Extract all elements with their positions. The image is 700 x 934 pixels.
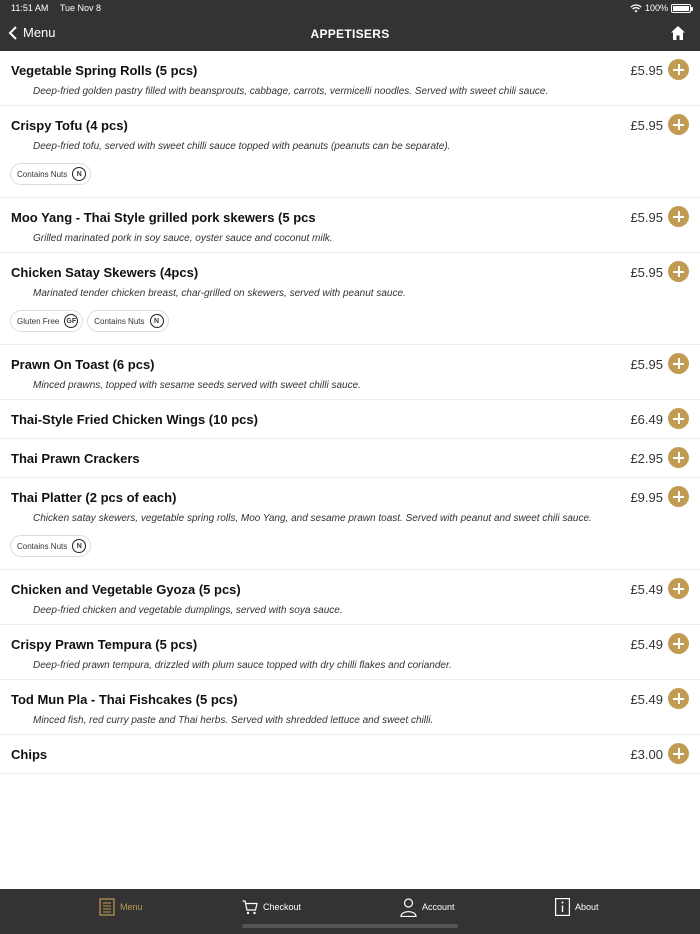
item-description: Marinated tender chicken breast, char-gr…: [33, 288, 406, 299]
tab-label: Menu: [120, 902, 143, 912]
item-name: Crispy Tofu (4 pcs): [11, 118, 128, 133]
menu-item-list: Vegetable Spring Rolls (5 pcs) £5.95 Dee…: [0, 51, 700, 774]
item-description: Deep-fried tofu, served with sweet chill…: [33, 141, 451, 152]
item-description: Minced fish, red curry paste and Thai he…: [33, 715, 434, 726]
add-to-cart-button[interactable]: [668, 688, 689, 709]
menu-item[interactable]: Moo Yang - Thai Style grilled pork skewe…: [0, 198, 700, 253]
dietary-tags: Gluten Free GF Contains Nuts N: [10, 310, 169, 332]
dietary-tags: Contains Nuts N: [10, 163, 92, 185]
tab-checkout[interactable]: Checkout: [242, 889, 301, 925]
add-to-cart-button[interactable]: [668, 59, 689, 80]
info-icon: [555, 898, 570, 916]
nuts-badge-icon: N: [149, 314, 164, 328]
tag-label: Gluten Free: [17, 316, 60, 326]
add-to-cart-button[interactable]: [668, 353, 689, 374]
menu-item[interactable]: Chicken and Vegetable Gyoza (5 pcs) £5.4…: [0, 570, 700, 625]
item-description: Deep-fried prawn tempura, drizzled with …: [33, 660, 452, 671]
item-price: £2.95: [630, 451, 663, 466]
item-name: Thai Platter (2 pcs of each): [11, 490, 177, 505]
tag-contains-nuts: Contains Nuts N: [10, 535, 92, 557]
add-to-cart-button[interactable]: [668, 261, 689, 282]
menu-item[interactable]: Chicken Satay Skewers (4pcs) £5.95 Marin…: [0, 253, 700, 345]
navigation-bar: Menu APPETISERS: [0, 16, 700, 51]
status-bar: 11:51 AM Tue Nov 8 100%: [0, 0, 700, 16]
home-indicator: [242, 924, 458, 928]
menu-item[interactable]: Chips £3.00: [0, 735, 700, 774]
item-price: £5.49: [630, 637, 663, 652]
gluten-free-badge-icon: GF: [64, 314, 79, 328]
item-name: Thai Prawn Crackers: [11, 451, 140, 466]
nuts-badge-icon: N: [72, 539, 87, 553]
menu-item[interactable]: Thai-Style Fried Chicken Wings (10 pcs) …: [0, 400, 700, 439]
tag-label: Contains Nuts: [17, 541, 68, 551]
tab-account[interactable]: Account: [400, 889, 455, 925]
item-price: £5.95: [630, 357, 663, 372]
add-to-cart-button[interactable]: [668, 114, 689, 135]
menu-item[interactable]: Prawn On Toast (6 pcs) £5.95 Minced praw…: [0, 345, 700, 400]
tag-label: Contains Nuts: [17, 169, 68, 179]
add-to-cart-button[interactable]: [668, 633, 689, 654]
item-name: Chicken Satay Skewers (4pcs): [11, 265, 199, 280]
item-description: Deep-fried golden pastry filled with bea…: [33, 86, 549, 97]
item-name: Tod Mun Pla - Thai Fishcakes (5 pcs): [11, 692, 238, 707]
item-price: £5.95: [630, 63, 663, 78]
item-description: Grilled marinated pork in soy sauce, oys…: [33, 233, 333, 244]
item-price: £3.00: [630, 747, 663, 762]
item-price: £6.49: [630, 412, 663, 427]
tag-gluten-free: Gluten Free GF: [10, 310, 84, 332]
battery-percentage: 100%: [644, 3, 668, 13]
item-name: Prawn On Toast (6 pcs): [11, 357, 155, 372]
battery-icon: [671, 3, 693, 13]
status-time: 11:51 AM: [11, 3, 49, 13]
tab-label: Account: [422, 902, 455, 912]
menu-item[interactable]: Crispy Tofu (4 pcs) £5.95 Deep-fried tof…: [0, 106, 700, 198]
menu-item[interactable]: Thai Platter (2 pcs of each) £9.95 Chick…: [0, 478, 700, 570]
item-price: £5.49: [630, 692, 663, 707]
add-to-cart-button[interactable]: [668, 486, 689, 507]
item-price: £5.49: [630, 582, 663, 597]
tag-contains-nuts: Contains Nuts N: [87, 310, 169, 332]
item-name: Vegetable Spring Rolls (5 pcs): [11, 63, 198, 78]
wifi-icon: [630, 3, 642, 12]
item-price: £5.95: [630, 118, 663, 133]
add-to-cart-button[interactable]: [668, 743, 689, 764]
add-to-cart-button[interactable]: [668, 206, 689, 227]
item-price: £5.95: [630, 265, 663, 280]
menu-item[interactable]: Vegetable Spring Rolls (5 pcs) £5.95 Dee…: [0, 51, 700, 106]
item-name: Crispy Prawn Tempura (5 pcs): [11, 637, 198, 652]
item-name: Chicken and Vegetable Gyoza (5 pcs): [11, 582, 241, 597]
item-price: £9.95: [630, 490, 663, 505]
tab-label: Checkout: [263, 902, 302, 912]
item-name: Moo Yang - Thai Style grilled pork skewe…: [11, 210, 316, 225]
item-description: Deep-fried chicken and vegetable dumplin…: [33, 605, 343, 616]
tab-about[interactable]: About: [555, 889, 599, 925]
home-icon[interactable]: [670, 25, 686, 41]
item-description: Minced prawns, topped with sesame seeds …: [33, 380, 361, 391]
dietary-tags: Contains Nuts N: [10, 535, 92, 557]
item-description: Chicken satay skewers, vegetable spring …: [33, 513, 592, 524]
menu-item[interactable]: Crispy Prawn Tempura (5 pcs) £5.49 Deep-…: [0, 625, 700, 680]
item-name: Chips: [11, 747, 48, 762]
tag-contains-nuts: Contains Nuts N: [10, 163, 92, 185]
tab-label: About: [575, 902, 599, 912]
add-to-cart-button[interactable]: [668, 578, 689, 599]
item-name: Thai-Style Fried Chicken Wings (10 pcs): [11, 412, 258, 427]
page-title: APPETISERS: [310, 27, 390, 41]
menu-item[interactable]: Thai Prawn Crackers £2.95: [0, 439, 700, 478]
add-to-cart-button[interactable]: [668, 408, 689, 429]
cart-icon: [242, 900, 258, 915]
add-to-cart-button[interactable]: [668, 447, 689, 468]
tab-menu[interactable]: Menu: [99, 889, 143, 925]
menu-list-icon: [99, 898, 115, 916]
person-icon: [400, 897, 417, 917]
tag-label: Contains Nuts: [94, 316, 145, 326]
nuts-badge-icon: N: [72, 167, 87, 181]
item-price: £5.95: [630, 210, 663, 225]
status-date: Tue Nov 8: [59, 3, 102, 13]
menu-item[interactable]: Tod Mun Pla - Thai Fishcakes (5 pcs) £5.…: [0, 680, 700, 735]
